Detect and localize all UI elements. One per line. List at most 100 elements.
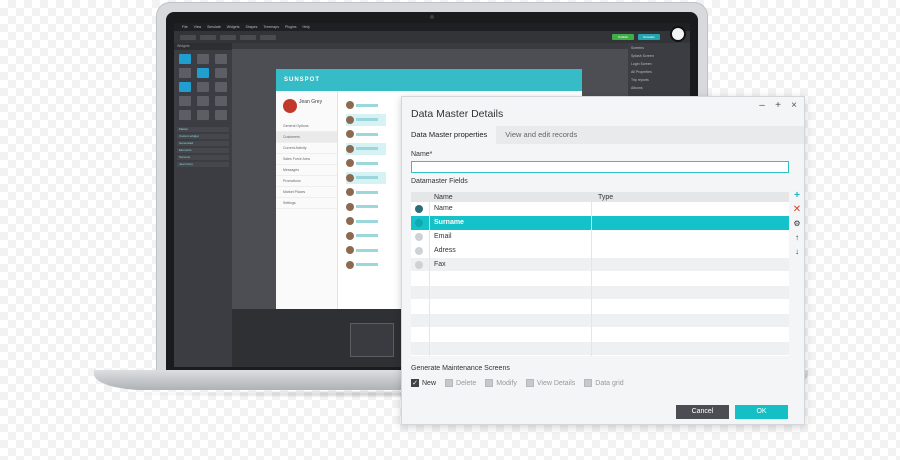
list-item[interactable]: Master <box>177 127 229 132</box>
checkbox-view-details[interactable]: View Details <box>525 379 576 387</box>
close-icon[interactable]: × <box>789 100 799 111</box>
widget-icon[interactable] <box>179 54 191 64</box>
maximize-icon[interactable]: + <box>773 100 783 111</box>
widget-icon[interactable] <box>197 96 209 106</box>
checkbox-data-grid[interactable]: Data grid <box>584 379 624 387</box>
list-item[interactable] <box>346 186 386 198</box>
mockup-nav-item[interactable]: Current Activity <box>276 143 337 154</box>
list-item[interactable] <box>346 142 386 155</box>
row-radio[interactable] <box>415 247 423 255</box>
mockup-nav-item[interactable]: Promotions <box>276 176 337 187</box>
user-avatar[interactable] <box>670 26 686 42</box>
panel-row[interactable]: Splash Screen <box>631 53 687 59</box>
panel-row[interactable]: Trip reports <box>631 77 687 83</box>
mockup-nav-item[interactable]: Market Places <box>276 187 337 198</box>
row-radio[interactable] <box>415 233 423 241</box>
toolbar-control[interactable] <box>200 34 216 40</box>
checkbox-box <box>525 379 534 387</box>
widget-icon[interactable] <box>179 96 191 106</box>
empty-row <box>411 342 789 355</box>
menu-item[interactable]: Shapes <box>245 25 257 29</box>
mockup-nav-item[interactable]: Customers <box>276 132 337 143</box>
widget-icon[interactable] <box>215 54 227 64</box>
menu-item[interactable]: Treemaps <box>263 25 279 29</box>
toolbar-control[interactable] <box>220 34 236 40</box>
table-row[interactable]: Adress <box>411 244 789 258</box>
mockup-nav-item[interactable]: Sales Force Area <box>276 154 337 165</box>
menu-item[interactable]: Widgets <box>227 25 240 29</box>
widget-icon[interactable] <box>179 68 191 78</box>
list-item[interactable] <box>346 201 386 213</box>
publish-button[interactable]: Publish <box>612 34 634 40</box>
list-item[interactable]: Jean Grey <box>177 162 229 167</box>
gear-icon[interactable]: ⚙ <box>791 217 803 231</box>
checkbox-delete[interactable]: Delete <box>445 379 476 387</box>
widget-icon[interactable] <box>197 68 209 78</box>
panel-row[interactable]: Login Screen <box>631 61 687 67</box>
list-item[interactable] <box>346 244 386 256</box>
arrow-up-icon[interactable]: ↑ <box>791 231 803 245</box>
widget-icon[interactable] <box>197 82 209 92</box>
widget-icon[interactable] <box>215 68 227 78</box>
list-item[interactable] <box>346 215 386 227</box>
minimize-icon[interactable]: – <box>757 100 767 111</box>
simulate-button[interactable]: Simulate <box>638 34 660 40</box>
ok-button[interactable]: OK <box>735 405 788 419</box>
event-node[interactable] <box>350 323 394 357</box>
list-item[interactable]: Generated <box>177 141 229 146</box>
table-row[interactable]: Fax <box>411 258 789 272</box>
fields-table: Name Type Name Surname Email Adress Fax <box>411 192 789 356</box>
row-radio[interactable] <box>415 261 423 269</box>
toolbar-control[interactable] <box>260 34 276 40</box>
text-line <box>356 205 378 208</box>
list-item[interactable] <box>346 113 386 126</box>
cancel-button[interactable]: Cancel <box>676 405 729 419</box>
menu-item[interactable]: Help <box>302 25 309 29</box>
toolbar-control[interactable] <box>240 34 256 40</box>
list-item[interactable] <box>346 230 386 242</box>
widget-icon[interactable] <box>215 96 227 106</box>
checkbox-new[interactable]: ✓ New <box>411 379 436 387</box>
menu-item[interactable]: View <box>194 25 202 29</box>
list-item[interactable] <box>346 157 386 169</box>
mockup-nav-item[interactable]: General Options <box>276 121 337 132</box>
list-item[interactable]: Screens <box>177 155 229 160</box>
menu-item[interactable]: Plugins <box>285 25 296 29</box>
row-radio[interactable] <box>415 219 423 227</box>
delete-icon[interactable]: ✕ <box>791 203 803 217</box>
column-header-name[interactable]: Name <box>434 194 453 201</box>
tab-data-master-properties[interactable]: Data Master properties <box>402 126 497 144</box>
list-item[interactable] <box>346 128 386 140</box>
widget-icon[interactable] <box>179 82 191 92</box>
table-row[interactable]: Email <box>411 230 789 244</box>
widget-icon[interactable] <box>197 110 209 120</box>
widget-icon[interactable] <box>179 110 191 120</box>
widget-icon[interactable] <box>215 82 227 92</box>
menu-item[interactable]: File <box>182 25 188 29</box>
list-item[interactable] <box>346 259 386 271</box>
text-line <box>356 176 378 179</box>
toolbar-control[interactable] <box>180 34 196 40</box>
tab-view-and-edit-records[interactable]: View and edit records <box>496 126 586 144</box>
table-row[interactable]: Name <box>411 202 789 216</box>
table-row[interactable]: Surname <box>411 216 789 230</box>
mockup-nav-item[interactable]: Messages <box>276 165 337 176</box>
mockup-nav-item[interactable]: Settings <box>276 198 337 209</box>
arrow-down-icon[interactable]: ↓ <box>791 245 803 259</box>
checkbox-label: View Details <box>536 379 576 387</box>
list-item[interactable]: Elements <box>177 148 229 153</box>
add-icon[interactable]: + <box>791 189 803 203</box>
widget-icon[interactable] <box>215 110 227 120</box>
list-item[interactable] <box>346 171 386 184</box>
list-item[interactable]: Custom widget <box>177 134 229 139</box>
name-field[interactable] <box>411 161 789 173</box>
menu-item[interactable]: Simulate <box>207 25 221 29</box>
panel-row[interactable]: All Properties <box>631 69 687 75</box>
panel-row[interactable]: Albums <box>631 85 687 91</box>
panel-row[interactable]: Screens <box>631 45 687 51</box>
widget-icon[interactable] <box>197 54 209 64</box>
list-item[interactable] <box>346 99 386 111</box>
column-header-type[interactable]: Type <box>598 194 613 201</box>
checkbox-modify[interactable]: Modify <box>485 379 517 387</box>
row-radio[interactable] <box>415 205 423 213</box>
